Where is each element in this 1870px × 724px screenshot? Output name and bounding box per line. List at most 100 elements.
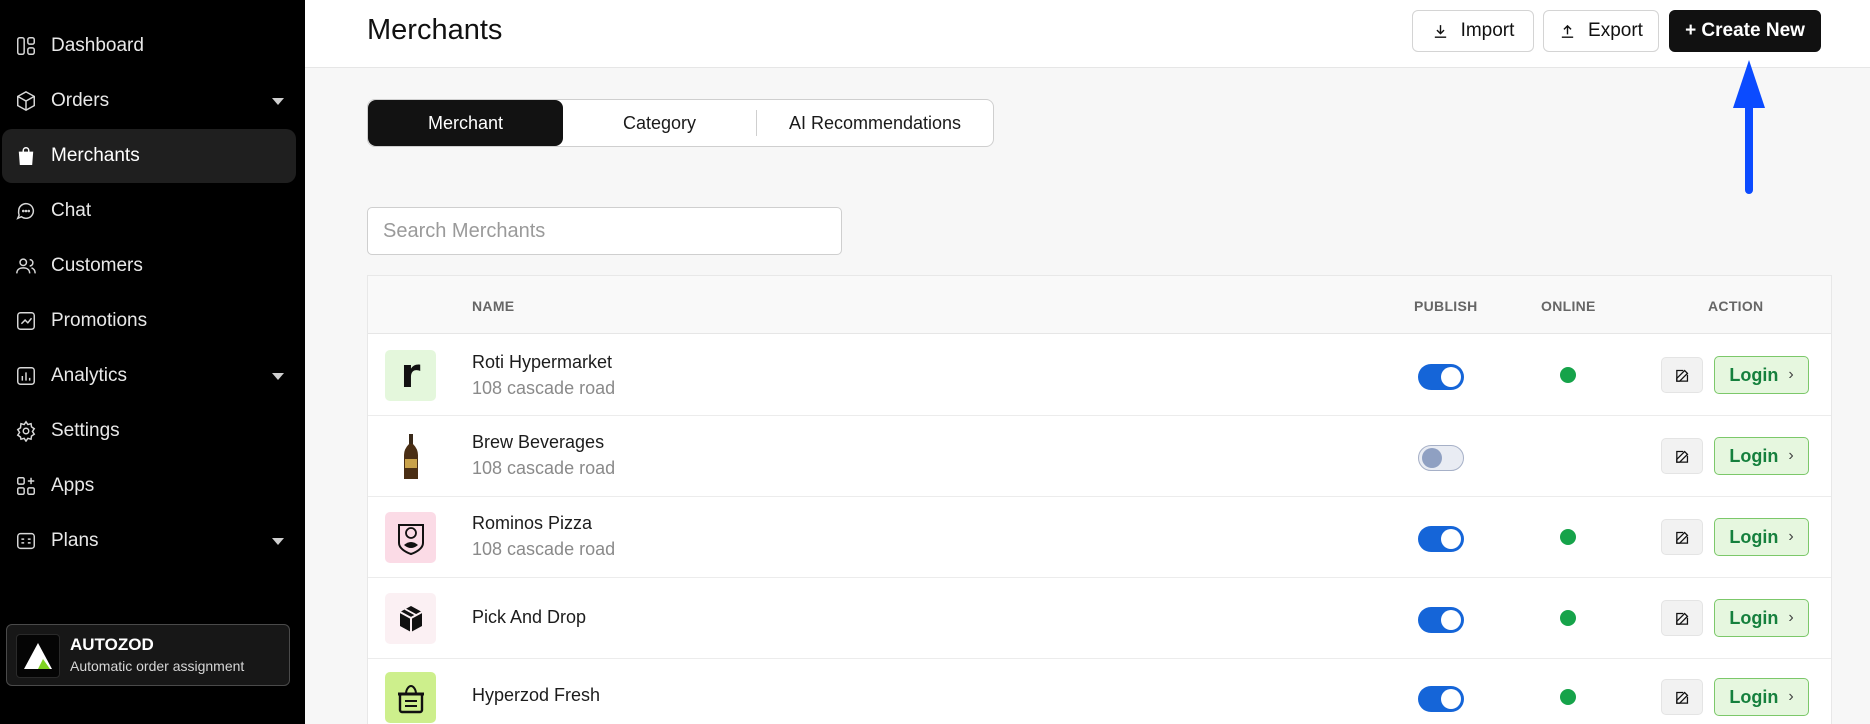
merchant-address: 108 cascade road (472, 458, 616, 478)
chevron-right-icon: › (1788, 609, 1794, 626)
table-row[interactable]: Brew Beverages 108 cascade road Login › (368, 416, 1831, 497)
promo-subtitle: Automatic order assignment (70, 658, 245, 674)
merchants-table: NAME PUBLISH ONLINE ACTION r Roti Hyperm… (367, 275, 1832, 724)
merchant-logo: r (385, 350, 436, 401)
gear-icon (14, 419, 38, 443)
sidebar-item-customers[interactable]: Customers (2, 239, 296, 293)
merchant-address: 108 cascade road (472, 378, 616, 398)
toggle-knob (1441, 529, 1461, 549)
merchant-logo (385, 593, 436, 644)
column-header-publish[interactable]: PUBLISH (1414, 298, 1478, 314)
sidebar-item-settings[interactable]: Settings (2, 404, 296, 458)
edit-button[interactable] (1661, 357, 1703, 393)
merchant-name: Roti Hypermarket (472, 352, 613, 372)
sidebar-item-dashboard[interactable]: Dashboard (2, 19, 296, 73)
chevron-down-icon (272, 372, 284, 380)
merchant-name: Brew Beverages (472, 432, 605, 452)
tab-ai-recommendations[interactable]: AI Recommendations (757, 100, 993, 146)
column-header-action[interactable]: ACTION (1708, 298, 1763, 314)
publish-toggle[interactable] (1418, 526, 1464, 552)
edit-icon (1675, 612, 1688, 625)
edit-button[interactable] (1661, 438, 1703, 474)
login-button[interactable]: Login › (1714, 678, 1809, 716)
page-header: Merchants Import Export + Create New (305, 0, 1870, 68)
sidebar-item-apps[interactable]: Apps (2, 459, 296, 513)
online-status-dot (1560, 610, 1576, 626)
merchant-tabs: Merchant Category AI Recommendations (367, 99, 994, 147)
sidebar-item-label: Promotions (51, 310, 148, 331)
bar-chart-icon (14, 364, 38, 388)
autozod-promo-card[interactable]: AUTOZOD Automatic order assignment (6, 624, 290, 686)
import-button[interactable]: Import (1412, 10, 1534, 52)
sidebar-item-orders[interactable]: Orders (2, 74, 296, 128)
edit-button[interactable] (1661, 519, 1703, 555)
tab-merchant[interactable]: Merchant (368, 100, 563, 146)
publish-toggle[interactable] (1418, 445, 1464, 471)
page-title: Merchants (367, 14, 503, 46)
merchant-logo (385, 672, 436, 723)
sidebar-item-label: Settings (51, 420, 120, 441)
plans-icon (14, 529, 38, 553)
edit-button[interactable] (1661, 600, 1703, 636)
upload-icon (1561, 24, 1574, 38)
column-header-name[interactable]: NAME (472, 298, 514, 314)
merchant-name: Rominos Pizza (472, 513, 593, 533)
login-button[interactable]: Login › (1714, 599, 1809, 637)
table-row[interactable]: Rominos Pizza 108 cascade road Login › (368, 497, 1831, 578)
sidebar-item-chat[interactable]: Chat (2, 184, 296, 238)
import-label: Import (1460, 20, 1515, 41)
tab-category[interactable]: Category (563, 100, 756, 146)
chevron-right-icon: › (1788, 366, 1794, 383)
toggle-knob (1441, 367, 1461, 387)
sidebar-item-plans[interactable]: Plans (2, 514, 296, 568)
table-header: NAME PUBLISH ONLINE ACTION (368, 276, 1831, 334)
login-label: Login (1729, 445, 1779, 466)
login-label: Login (1729, 607, 1779, 628)
sidebar-item-label: Apps (51, 475, 95, 496)
toggle-knob (1422, 448, 1442, 468)
publish-toggle[interactable] (1418, 686, 1464, 712)
login-button[interactable]: Login › (1714, 437, 1809, 475)
toggle-knob (1441, 689, 1461, 709)
table-row[interactable]: Hyperzod Fresh Login › (368, 659, 1831, 724)
chevron-down-icon (272, 537, 284, 545)
shopping-bag-icon (14, 144, 38, 168)
edit-button[interactable] (1661, 679, 1703, 715)
merchant-logo (385, 512, 436, 563)
edit-icon (1675, 450, 1688, 463)
merchant-name: Pick And Drop (472, 607, 587, 627)
merchant-address: 108 cascade road (472, 539, 616, 559)
table-row[interactable]: Pick And Drop Login › (368, 578, 1831, 659)
apps-grid-icon (14, 474, 38, 498)
users-icon (14, 254, 38, 278)
login-label: Login (1729, 686, 1779, 707)
edit-icon (1675, 531, 1688, 544)
login-label: Login (1729, 364, 1779, 385)
sidebar: Dashboard Orders Merchants Chat Customer… (0, 0, 305, 724)
promo-title: AUTOZOD (70, 635, 154, 654)
sidebar-item-label: Orders (51, 90, 110, 111)
trend-icon (14, 309, 38, 333)
login-label: Login (1729, 526, 1779, 547)
search-merchants-input[interactable] (367, 207, 842, 255)
sidebar-item-analytics[interactable]: Analytics (2, 349, 296, 403)
publish-toggle[interactable] (1418, 364, 1464, 390)
box-icon (14, 89, 38, 113)
export-label: Export (1588, 20, 1643, 41)
export-button[interactable]: Export (1543, 10, 1659, 52)
merchant-name: Hyperzod Fresh (472, 685, 601, 705)
online-status-dot (1560, 367, 1576, 383)
annotation-arrow-icon (1733, 60, 1765, 194)
chat-icon (14, 199, 38, 223)
sidebar-item-promotions[interactable]: Promotions (2, 294, 296, 348)
chevron-down-icon (272, 97, 284, 105)
sidebar-item-merchants[interactable]: Merchants (2, 129, 296, 183)
create-new-button[interactable]: + Create New (1669, 10, 1821, 52)
login-button[interactable]: Login › (1714, 518, 1809, 556)
chevron-right-icon: › (1788, 447, 1794, 464)
column-header-online[interactable]: ONLINE (1541, 298, 1596, 314)
table-row[interactable]: r Roti Hypermarket 108 cascade road Logi… (368, 335, 1831, 416)
publish-toggle[interactable] (1418, 607, 1464, 633)
edit-icon (1675, 369, 1688, 382)
login-button[interactable]: Login › (1714, 356, 1809, 394)
